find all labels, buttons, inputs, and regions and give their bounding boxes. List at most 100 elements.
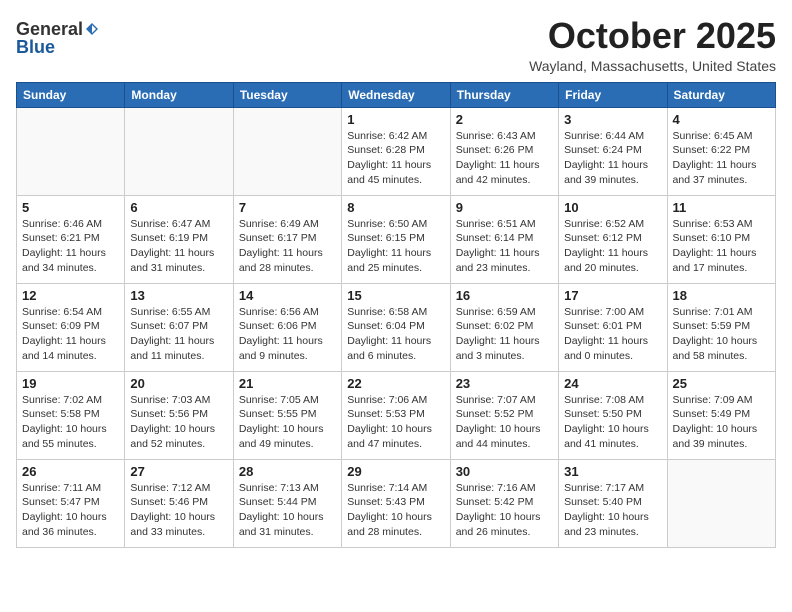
day-number: 19 [22, 376, 119, 391]
table-row: 24 Sunrise: 7:08 AM Sunset: 5:50 PM Dayli… [559, 371, 667, 459]
day-number: 29 [347, 464, 444, 479]
logo-icon [85, 22, 99, 36]
logo: General Blue [16, 16, 99, 56]
table-row: 3 Sunrise: 6:44 AM Sunset: 6:24 PM Daylig… [559, 107, 667, 195]
day-info: Sunrise: 6:59 AM Sunset: 6:02 PM Dayligh… [456, 305, 553, 364]
day-number: 28 [239, 464, 336, 479]
table-row: 28 Sunrise: 7:13 AM Sunset: 5:44 PM Dayli… [233, 459, 341, 547]
day-info: Sunrise: 7:07 AM Sunset: 5:52 PM Dayligh… [456, 393, 553, 452]
day-info: Sunrise: 6:56 AM Sunset: 6:06 PM Dayligh… [239, 305, 336, 364]
day-info: Sunrise: 7:02 AM Sunset: 5:58 PM Dayligh… [22, 393, 119, 452]
day-number: 11 [673, 200, 770, 215]
day-info: Sunrise: 7:05 AM Sunset: 5:55 PM Dayligh… [239, 393, 336, 452]
location: Wayland, Massachusetts, United States [529, 58, 776, 74]
day-number: 10 [564, 200, 661, 215]
day-info: Sunrise: 7:01 AM Sunset: 5:59 PM Dayligh… [673, 305, 770, 364]
table-row: 22 Sunrise: 7:06 AM Sunset: 5:53 PM Dayli… [342, 371, 450, 459]
day-info: Sunrise: 6:55 AM Sunset: 6:07 PM Dayligh… [130, 305, 227, 364]
table-row: 2 Sunrise: 6:43 AM Sunset: 6:26 PM Daylig… [450, 107, 558, 195]
day-info: Sunrise: 7:09 AM Sunset: 5:49 PM Dayligh… [673, 393, 770, 452]
day-number: 17 [564, 288, 661, 303]
calendar-week-row: 19 Sunrise: 7:02 AM Sunset: 5:58 PM Dayli… [17, 371, 776, 459]
logo-blue-text: Blue [16, 38, 55, 56]
table-row: 30Sunrise: 7:16 AM Sunset: 5:42 PM Dayli… [450, 459, 558, 547]
table-row [17, 107, 125, 195]
table-row: 31 Sunrise: 7:17 AM Sunset: 5:40 PM Dayli… [559, 459, 667, 547]
day-info: Sunrise: 6:58 AM Sunset: 6:04 PM Dayligh… [347, 305, 444, 364]
month-title: October 2025 [529, 16, 776, 56]
day-info: Sunrise: 6:50 AM Sunset: 6:15 PM Dayligh… [347, 217, 444, 276]
day-info: Sunrise: 6:53 AM Sunset: 6:10 PM Dayligh… [673, 217, 770, 276]
day-number: 21 [239, 376, 336, 391]
logo-general-text: General [16, 20, 83, 38]
day-number: 24 [564, 376, 661, 391]
day-info: Sunrise: 7:08 AM Sunset: 5:50 PM Dayligh… [564, 393, 661, 452]
col-thursday: Thursday [450, 82, 558, 107]
table-row: 14 Sunrise: 6:56 AM Sunset: 6:06 PM Dayli… [233, 283, 341, 371]
day-number: 9 [456, 200, 553, 215]
day-info: Sunrise: 6:52 AM Sunset: 6:12 PM Dayligh… [564, 217, 661, 276]
day-info: Sunrise: 6:46 AM Sunset: 6:21 PM Dayligh… [22, 217, 119, 276]
table-row: 6Sunrise: 6:47 AM Sunset: 6:19 PM Daylig… [125, 195, 233, 283]
day-info: Sunrise: 7:03 AM Sunset: 5:56 PM Dayligh… [130, 393, 227, 452]
calendar-week-row: 1Sunrise: 6:42 AM Sunset: 6:28 PM Daylig… [17, 107, 776, 195]
day-info: Sunrise: 7:11 AM Sunset: 5:47 PM Dayligh… [22, 481, 119, 540]
calendar-table: Sunday Monday Tuesday Wednesday Thursday… [16, 82, 776, 548]
table-row: 4Sunrise: 6:45 AM Sunset: 6:22 PM Daylig… [667, 107, 775, 195]
calendar-header-row: Sunday Monday Tuesday Wednesday Thursday… [17, 82, 776, 107]
col-wednesday: Wednesday [342, 82, 450, 107]
day-info: Sunrise: 7:13 AM Sunset: 5:44 PM Dayligh… [239, 481, 336, 540]
day-number: 14 [239, 288, 336, 303]
day-info: Sunrise: 6:45 AM Sunset: 6:22 PM Dayligh… [673, 129, 770, 188]
day-number: 31 [564, 464, 661, 479]
calendar-week-row: 26 Sunrise: 7:11 AM Sunset: 5:47 PM Dayli… [17, 459, 776, 547]
day-info: Sunrise: 6:44 AM Sunset: 6:24 PM Dayligh… [564, 129, 661, 188]
day-info: Sunrise: 7:12 AM Sunset: 5:46 PM Dayligh… [130, 481, 227, 540]
day-number: 27 [130, 464, 227, 479]
day-info: Sunrise: 6:51 AM Sunset: 6:14 PM Dayligh… [456, 217, 553, 276]
page-header: General Blue October 2025 Wayland, Massa… [16, 16, 776, 74]
table-row: 18 Sunrise: 7:01 AM Sunset: 5:59 PM Dayli… [667, 283, 775, 371]
table-row [667, 459, 775, 547]
table-row: 21 Sunrise: 7:05 AM Sunset: 5:55 PM Dayli… [233, 371, 341, 459]
day-info: Sunrise: 7:06 AM Sunset: 5:53 PM Dayligh… [347, 393, 444, 452]
day-number: 2 [456, 112, 553, 127]
col-monday: Monday [125, 82, 233, 107]
table-row: 25 Sunrise: 7:09 AM Sunset: 5:49 PM Dayli… [667, 371, 775, 459]
calendar-week-row: 12Sunrise: 6:54 AM Sunset: 6:09 PM Dayli… [17, 283, 776, 371]
table-row: 20 Sunrise: 7:03 AM Sunset: 5:56 PM Dayli… [125, 371, 233, 459]
day-info: Sunrise: 7:16 AM Sunset: 5:42 PM Dayligh… [456, 481, 553, 540]
day-number: 8 [347, 200, 444, 215]
col-tuesday: Tuesday [233, 82, 341, 107]
table-row: 19 Sunrise: 7:02 AM Sunset: 5:58 PM Dayli… [17, 371, 125, 459]
table-row: 27 Sunrise: 7:12 AM Sunset: 5:46 PM Dayli… [125, 459, 233, 547]
day-number: 25 [673, 376, 770, 391]
day-info: Sunrise: 6:43 AM Sunset: 6:26 PM Dayligh… [456, 129, 553, 188]
day-info: Sunrise: 7:14 AM Sunset: 5:43 PM Dayligh… [347, 481, 444, 540]
day-number: 3 [564, 112, 661, 127]
table-row: 29 Sunrise: 7:14 AM Sunset: 5:43 PM Dayli… [342, 459, 450, 547]
table-row: 13Sunrise: 6:55 AM Sunset: 6:07 PM Dayli… [125, 283, 233, 371]
day-number: 18 [673, 288, 770, 303]
table-row: 7Sunrise: 6:49 AM Sunset: 6:17 PM Daylig… [233, 195, 341, 283]
day-number: 6 [130, 200, 227, 215]
day-number: 20 [130, 376, 227, 391]
calendar-week-row: 5Sunrise: 6:46 AM Sunset: 6:21 PM Daylig… [17, 195, 776, 283]
day-number: 26 [22, 464, 119, 479]
col-sunday: Sunday [17, 82, 125, 107]
table-row: 12Sunrise: 6:54 AM Sunset: 6:09 PM Dayli… [17, 283, 125, 371]
day-info: Sunrise: 6:42 AM Sunset: 6:28 PM Dayligh… [347, 129, 444, 188]
day-number: 22 [347, 376, 444, 391]
day-info: Sunrise: 7:17 AM Sunset: 5:40 PM Dayligh… [564, 481, 661, 540]
day-info: Sunrise: 6:49 AM Sunset: 6:17 PM Dayligh… [239, 217, 336, 276]
table-row: 5Sunrise: 6:46 AM Sunset: 6:21 PM Daylig… [17, 195, 125, 283]
day-number: 16 [456, 288, 553, 303]
table-row [233, 107, 341, 195]
col-friday: Friday [559, 82, 667, 107]
day-info: Sunrise: 7:00 AM Sunset: 6:01 PM Dayligh… [564, 305, 661, 364]
day-info: Sunrise: 6:54 AM Sunset: 6:09 PM Dayligh… [22, 305, 119, 364]
table-row: 23Sunrise: 7:07 AM Sunset: 5:52 PM Dayli… [450, 371, 558, 459]
table-row: 26 Sunrise: 7:11 AM Sunset: 5:47 PM Dayli… [17, 459, 125, 547]
table-row: 10 Sunrise: 6:52 AM Sunset: 6:12 PM Dayli… [559, 195, 667, 283]
table-row: 9 Sunrise: 6:51 AM Sunset: 6:14 PM Daylig… [450, 195, 558, 283]
